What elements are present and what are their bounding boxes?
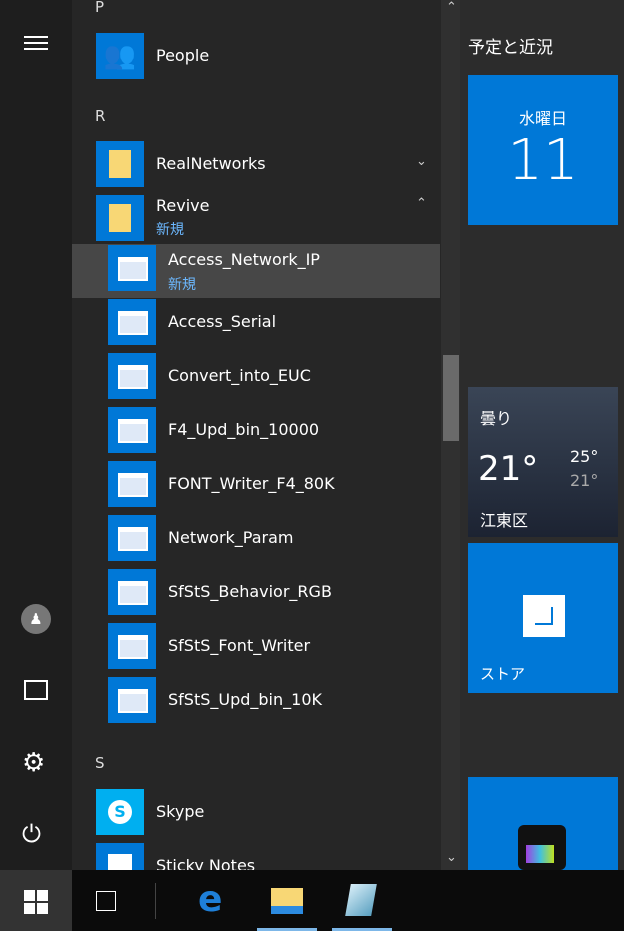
folder-icon [96,141,144,187]
power-icon[interactable]: ⏻ [22,820,41,848]
scroll-down-arrow-icon[interactable]: ⌄ [446,850,457,865]
app-window-icon [108,623,156,669]
tile-group-title[interactable]: 予定と近況 [468,33,553,58]
app-item[interactable]: SfStS_Upd_bin_10K [168,690,322,709]
weather-high: 25° [570,447,599,466]
taskbar-divider [155,883,156,919]
section-letter-r[interactable]: R [95,107,105,125]
app-folder-revive[interactable]: Revive [156,196,209,215]
section-letter-s[interactable]: S [95,754,105,772]
app-window-icon [108,245,156,291]
folder-icon [271,888,303,914]
app-item[interactable]: SfStS_Font_Writer [168,636,310,655]
app-folder-realnetworks[interactable]: RealNetworks [156,154,266,173]
chevron-up-icon[interactable]: ⌃ [416,196,427,211]
app-window-icon [108,407,156,453]
app-window-icon [108,299,156,345]
video-camera-icon [518,825,566,870]
app-skype[interactable]: Skype [156,802,204,821]
app-window-icon [108,569,156,615]
store-bag-icon [523,595,565,637]
notepad-button[interactable] [332,870,392,931]
app-item[interactable]: Access_Network_IP [168,250,320,269]
new-badge: 新規 [168,277,196,293]
file-explorer-button[interactable] [257,870,317,931]
hamburger-menu-icon[interactable] [24,36,48,50]
app-item[interactable]: Access_Serial [168,312,276,331]
start-button[interactable] [0,870,72,931]
app-item[interactable]: SfStS_Behavior_RGB [168,582,332,601]
app-people[interactable]: People [156,46,209,65]
app-item[interactable]: Convert_into_EUC [168,366,311,385]
people-icon: 👥 [96,33,144,79]
weather-tile[interactable]: 曇り 21° 25° 21° 江東区 [468,387,618,537]
app-window-icon [108,353,156,399]
weather-temp: 21° [478,449,539,489]
app-item[interactable]: Network_Param [168,528,294,547]
calendar-date: 11 [507,128,579,193]
weather-location: 江東区 [480,511,529,530]
scrollbar-thumb[interactable] [443,355,459,441]
scroll-up-arrow-icon[interactable]: ⌃ [446,0,457,15]
edge-browser-icon[interactable]: e [198,880,222,920]
app-item[interactable]: FONT_Writer_F4_80K [168,474,335,493]
store-label: ストア [480,665,526,683]
app-window-icon [108,677,156,723]
app-sticky-notes[interactable]: Sticky Notes [156,856,255,870]
weather-condition: 曇り [480,409,513,428]
notepad-icon [345,884,377,916]
chevron-down-icon[interactable]: ⌄ [416,154,427,169]
windows-logo-icon [24,890,48,914]
documents-icon[interactable] [24,680,48,700]
skype-icon: S [96,789,144,835]
video-app-tile[interactable] [468,777,618,870]
app-window-icon [108,461,156,507]
app-window-icon [108,515,156,561]
calendar-tile[interactable]: 水曜日 11 [468,75,618,225]
calendar-day: 水曜日 [518,109,567,128]
new-badge: 新規 [156,222,184,238]
start-rail: ♟ ⚙ ⏻ [0,0,72,870]
store-tile[interactable]: ストア [468,543,618,693]
sticky-notes-icon [96,843,144,870]
user-avatar[interactable]: ♟ [21,604,51,634]
settings-gear-icon[interactable]: ⚙ [22,748,45,778]
weather-low: 21° [570,471,599,490]
section-letter-p[interactable]: P [95,0,104,16]
task-view-icon[interactable] [96,891,116,911]
taskbar: e [0,870,624,931]
app-item[interactable]: F4_Upd_bin_10000 [168,420,319,439]
folder-open-icon [96,195,144,241]
